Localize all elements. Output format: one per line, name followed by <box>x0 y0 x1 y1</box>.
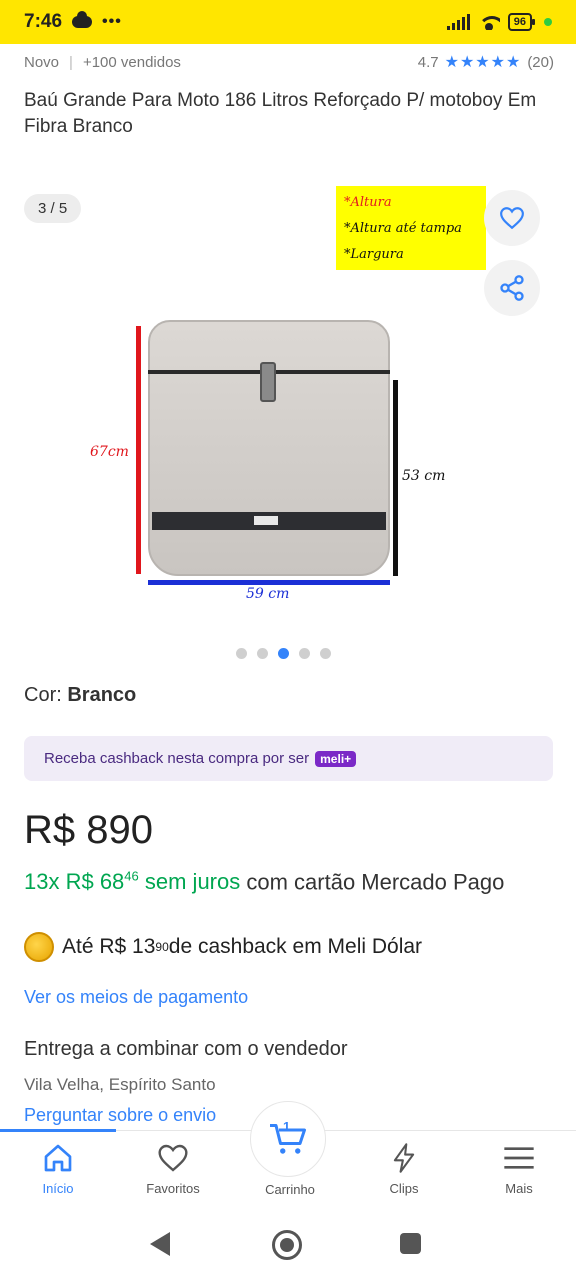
box-body <box>148 320 390 576</box>
rating-value: 4.7 <box>417 53 439 71</box>
lightning-icon <box>393 1143 415 1173</box>
nav-favorites-label: Favoritos <box>146 1181 200 1196</box>
nav-clips[interactable]: Clips <box>354 1141 454 1196</box>
heart-icon <box>158 1144 188 1172</box>
recent-apps-icon[interactable] <box>400 1233 421 1254</box>
meli-dolar-suffix: de cashback em Meli Dólar <box>168 935 423 958</box>
height-dimension-line <box>136 326 141 574</box>
cart-count-badge: 1 <box>283 1119 291 1134</box>
cashback-banner[interactable]: Receba cashback nesta compra por ser mel… <box>24 736 553 781</box>
meli-plus-badge: meli+ <box>315 750 357 767</box>
lid-height-dimension-line <box>393 380 398 576</box>
installment-cents: 46 <box>124 869 139 884</box>
product-price: R$ 890 <box>24 808 153 852</box>
installment-amount: 13x R$ 6846 sem juros <box>24 869 241 895</box>
product-meta: Novo | +100 vendidos 4.7 ★★★★★ (20) <box>24 52 554 72</box>
nav-active-indicator <box>0 1129 116 1132</box>
legend-line: *Altura <box>344 195 392 210</box>
bottom-nav: Início Favoritos 1 Carrinho Clips Mais <box>0 1101 576 1210</box>
nav-more-label: Mais <box>505 1181 533 1196</box>
meli-dolar-cashback: Até R$ 13 90 de cashback em Meli Dólar <box>24 932 422 962</box>
installments: 13x R$ 6846 sem juros com cartão Mercado… <box>24 862 554 897</box>
installment-card: com cartão Mercado Pago <box>240 869 505 895</box>
pagination-dot[interactable] <box>320 648 331 659</box>
legend-line: *Largura <box>344 247 404 262</box>
dimension-legend: *Altura *Altura até tampa *Largura <box>336 186 486 270</box>
installment-interest: sem juros <box>138 869 241 895</box>
sold-count: +100 vendidos <box>82 53 181 71</box>
menu-icon <box>504 1147 534 1169</box>
system-nav-bar <box>0 1210 576 1280</box>
nav-clips-label: Clips <box>389 1181 419 1196</box>
cloud-icon <box>72 11 93 28</box>
image-counter: 3 / 5 <box>24 194 82 223</box>
meta-separator: | <box>69 53 73 71</box>
battery-icon: 96 <box>507 13 536 31</box>
nav-cart-label: Carrinho <box>265 1182 315 1197</box>
payment-methods-link[interactable]: Ver os meios de pagamento <box>24 987 248 1008</box>
width-dimension-label: 59 cm <box>246 586 290 602</box>
nav-home-label: Início <box>42 1181 74 1196</box>
share-button[interactable] <box>484 260 540 316</box>
more-notifications-icon: ••• <box>102 13 122 30</box>
seller-location: Vila Velha, Espírito Santo <box>24 1075 216 1094</box>
gallery-pagination[interactable] <box>236 648 331 659</box>
nav-favorites[interactable]: Favoritos <box>123 1141 223 1196</box>
legend-line: *Altura até tampa <box>344 221 462 236</box>
share-icon <box>500 275 524 301</box>
color-selector: Cor: Branco <box>24 684 136 707</box>
box-latch <box>260 362 276 402</box>
box-label <box>254 516 278 525</box>
nav-more[interactable]: Mais <box>469 1141 569 1196</box>
product-image <box>148 320 390 576</box>
product-gallery[interactable]: 3 / 5 *Altura *Altura até tampa *Largura… <box>0 180 576 659</box>
meli-dolar-coin-icon <box>24 932 54 962</box>
lid-height-dimension-label: 53 cm <box>402 468 446 484</box>
condition-label: Novo <box>24 53 60 71</box>
home-button-icon[interactable] <box>272 1230 302 1260</box>
status-bar: 7:46 ••• 96 <box>0 0 576 44</box>
product-title: Baú Grande Para Moto 186 Litros Reforçad… <box>24 90 537 137</box>
cashback-banner-text: Receba cashback nesta compra por ser <box>44 750 310 767</box>
meli-dolar-prefix: Até R$ 13 <box>62 935 156 958</box>
back-icon[interactable] <box>150 1232 170 1256</box>
delivery-info: Entrega a combinar com o vendedor <box>24 1038 348 1060</box>
pagination-dot[interactable] <box>236 648 247 659</box>
nav-cart[interactable] <box>250 1101 326 1177</box>
width-dimension-line <box>148 580 390 585</box>
signal-icon <box>446 14 470 30</box>
favorite-button[interactable] <box>484 190 540 246</box>
color-label: Cor: <box>24 684 68 706</box>
height-dimension-label: 67cm <box>90 444 129 460</box>
rating[interactable]: 4.7 ★★★★★ (20) <box>418 52 554 72</box>
rating-stars-icon: ★★★★★ <box>444 54 522 71</box>
privacy-indicator-icon <box>544 18 552 26</box>
home-icon <box>44 1144 72 1172</box>
pagination-dot-active[interactable] <box>278 648 289 659</box>
pagination-dot[interactable] <box>257 648 268 659</box>
pagination-dot[interactable] <box>299 648 310 659</box>
heart-icon <box>500 207 524 230</box>
status-time: 7:46 <box>24 11 63 32</box>
nav-home[interactable]: Início <box>8 1141 108 1196</box>
meli-dolar-cents: 90 <box>155 940 169 954</box>
review-count: (20) <box>527 53 554 71</box>
wifi-icon <box>477 14 500 30</box>
color-value: Branco <box>67 684 137 706</box>
ask-shipping-link[interactable]: Perguntar sobre o envio <box>24 1105 216 1126</box>
